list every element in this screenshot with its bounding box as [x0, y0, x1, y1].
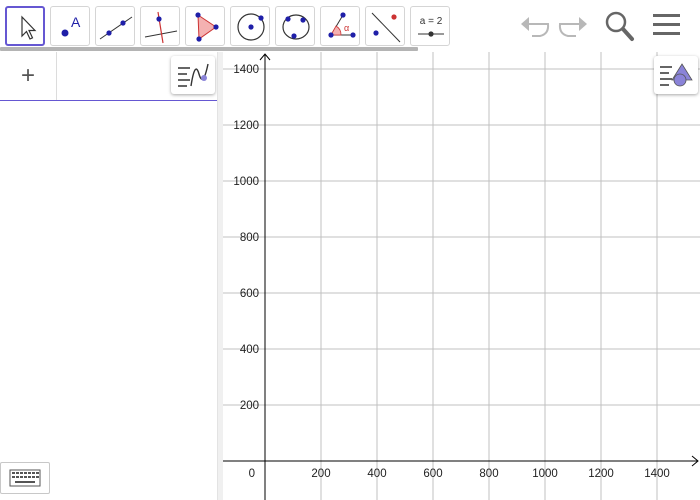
undo-icon[interactable]	[518, 8, 552, 42]
origin-label: 0	[249, 468, 255, 480]
redo-icon[interactable]	[556, 8, 590, 42]
reflect-tool[interactable]	[365, 6, 405, 46]
arrow-cursor-icon	[21, 15, 37, 40]
toolbar-scrollbar[interactable]	[0, 47, 418, 51]
circle-center-point-icon	[237, 13, 265, 41]
point-tool[interactable]: A	[50, 6, 90, 46]
slider-tool-label: a = 2	[420, 16, 443, 27]
circle-three-points-icon	[282, 14, 310, 40]
slider-icon: a = 2	[418, 16, 444, 37]
point-icon: A	[61, 14, 81, 37]
x-tick-label: 1200	[588, 468, 614, 480]
x-tick-label: 600	[423, 468, 442, 480]
search-icon[interactable]	[602, 8, 636, 42]
menu-icon[interactable]	[650, 8, 684, 42]
plus-icon: +	[20, 62, 35, 89]
circle-center-point-tool[interactable]	[230, 6, 270, 46]
toolbar: A α a = 2	[0, 0, 700, 52]
slider-tool[interactable]: a = 2	[410, 6, 450, 46]
angle-tool-label: α	[344, 23, 349, 33]
line-tool[interactable]	[95, 6, 135, 46]
polygon-tool[interactable]	[185, 6, 225, 46]
y-tick-label: 400	[240, 344, 259, 356]
y-tick-label: 600	[240, 288, 259, 300]
polygon-icon	[195, 12, 219, 42]
y-tick-label: 200	[240, 400, 259, 412]
graphics-style-button[interactable]	[654, 56, 698, 94]
y-tick-label: 1400	[233, 64, 259, 76]
reflect-about-line-icon	[371, 12, 401, 43]
perpendicular-line-tool[interactable]	[140, 6, 180, 46]
y-tick-label: 1200	[233, 120, 259, 132]
keyboard-icon	[9, 469, 41, 487]
keyboard-button[interactable]	[0, 462, 50, 494]
line-through-two-points-icon	[99, 16, 133, 40]
point-tool-label: A	[71, 14, 81, 30]
angle-tool[interactable]: α	[320, 6, 360, 46]
x-tick-label: 1400	[644, 468, 670, 480]
x-tick-label: 1000	[532, 468, 558, 480]
move-tool[interactable]	[5, 6, 45, 46]
algebra-style-button[interactable]	[171, 56, 215, 94]
graphics-plot[interactable]: 200 400 600 800 1000 1200 1400 200 400 600 800 1000…	[223, 52, 700, 500]
perpendicular-line-icon	[144, 11, 178, 44]
algebra-view: +	[0, 52, 217, 500]
add-item-button[interactable]: +	[0, 52, 57, 100]
circle-three-points-tool[interactable]	[275, 6, 315, 46]
algebra-style-icon	[178, 63, 209, 87]
y-tick-label: 800	[240, 232, 259, 244]
angle-icon: α	[328, 12, 356, 38]
graphics-view[interactable]: 200 400 600 800 1000 1200 1400 200 400 600 800 1000…	[223, 52, 700, 500]
x-tick-label: 200	[311, 468, 330, 480]
x-tick-label: 800	[479, 468, 498, 480]
x-tick-label: 400	[367, 468, 386, 480]
y-tick-label: 1000	[233, 176, 259, 188]
graphics-style-icon	[660, 63, 693, 87]
